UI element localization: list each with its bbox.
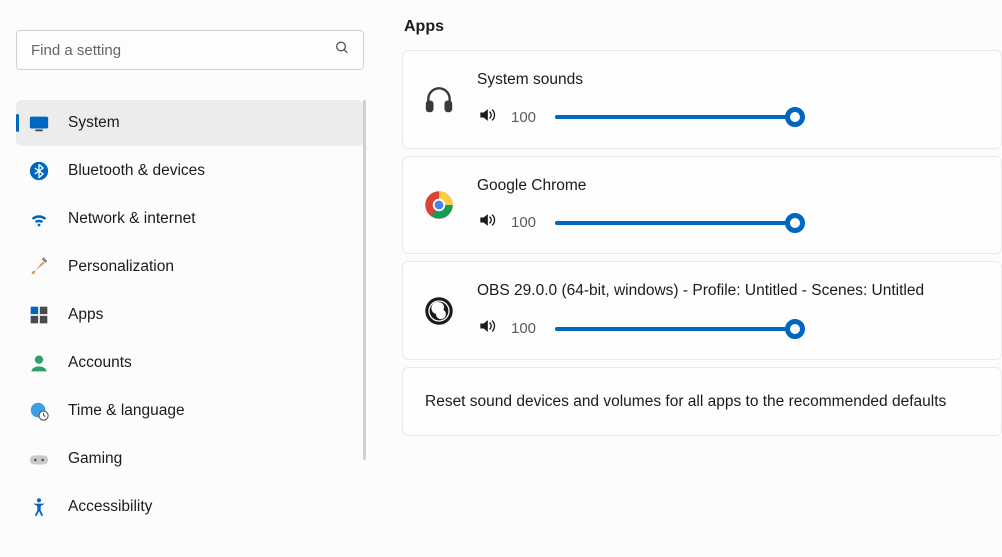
sidebar-item-label: Personalization bbox=[68, 258, 174, 276]
main-content: Apps System sounds 100 bbox=[380, 0, 1002, 557]
app-volume-card-obs[interactable]: OBS 29.0.0 (64-bit, windows) - Profile: … bbox=[402, 261, 1002, 360]
speaker-icon[interactable] bbox=[477, 210, 497, 235]
sidebar-scrollbar[interactable] bbox=[363, 100, 366, 460]
sidebar-item-time-language[interactable]: Time & language bbox=[16, 388, 364, 434]
sidebar-item-label: Network & internet bbox=[68, 210, 196, 228]
bluetooth-icon bbox=[28, 160, 50, 182]
slider-fill bbox=[555, 221, 795, 225]
app-name: System sounds bbox=[477, 69, 981, 91]
sidebar-item-system[interactable]: System bbox=[16, 100, 364, 146]
volume-value: 100 bbox=[511, 320, 541, 337]
volume-slider[interactable] bbox=[555, 107, 795, 127]
card-body: System sounds 100 bbox=[477, 69, 981, 130]
sidebar-item-gaming[interactable]: Gaming bbox=[16, 436, 364, 482]
nav-list: System Bluetooth & devices Network & int… bbox=[16, 100, 364, 530]
sidebar-item-label: Accounts bbox=[68, 354, 132, 372]
accessibility-icon bbox=[28, 496, 50, 518]
search-input[interactable] bbox=[16, 30, 364, 70]
obs-icon bbox=[421, 293, 457, 329]
volume-row: 100 bbox=[477, 105, 981, 130]
slider-thumb[interactable] bbox=[785, 107, 805, 127]
gamepad-icon bbox=[28, 448, 50, 470]
headphones-icon bbox=[421, 81, 457, 117]
app-name: OBS 29.0.0 (64-bit, windows) - Profile: … bbox=[477, 280, 981, 302]
reset-text: Reset sound devices and volumes for all … bbox=[425, 393, 946, 410]
search-icon[interactable] bbox=[334, 40, 350, 61]
slider-thumb[interactable] bbox=[785, 319, 805, 339]
sidebar-item-accounts[interactable]: Accounts bbox=[16, 340, 364, 386]
sidebar-item-label: Gaming bbox=[68, 450, 122, 468]
sidebar-item-personalization[interactable]: Personalization bbox=[16, 244, 364, 290]
reset-defaults-card[interactable]: Reset sound devices and volumes for all … bbox=[402, 367, 1002, 436]
sidebar-item-label: Apps bbox=[68, 306, 103, 324]
sidebar-item-label: Accessibility bbox=[68, 498, 152, 516]
sidebar-item-label: Bluetooth & devices bbox=[68, 162, 205, 180]
monitor-icon bbox=[28, 112, 50, 134]
card-body: Google Chrome 100 bbox=[477, 175, 981, 236]
app-name: Google Chrome bbox=[477, 175, 981, 197]
app-volume-card-system-sounds[interactable]: System sounds 100 bbox=[402, 50, 1002, 149]
search-box bbox=[16, 30, 364, 70]
sidebar-item-bluetooth[interactable]: Bluetooth & devices bbox=[16, 148, 364, 194]
volume-value: 100 bbox=[511, 214, 541, 231]
app-volume-list: System sounds 100 Go bbox=[402, 50, 1002, 436]
speaker-icon[interactable] bbox=[477, 316, 497, 341]
app-volume-card-chrome[interactable]: Google Chrome 100 bbox=[402, 156, 1002, 255]
volume-slider[interactable] bbox=[555, 319, 795, 339]
brush-icon bbox=[28, 256, 50, 278]
sidebar-item-apps[interactable]: Apps bbox=[16, 292, 364, 338]
section-title: Apps bbox=[402, 18, 1002, 36]
volume-row: 100 bbox=[477, 316, 981, 341]
sidebar-item-accessibility[interactable]: Accessibility bbox=[16, 484, 364, 530]
slider-fill bbox=[555, 115, 795, 119]
sidebar-item-network[interactable]: Network & internet bbox=[16, 196, 364, 242]
sidebar-item-label: System bbox=[68, 114, 120, 132]
wifi-icon bbox=[28, 208, 50, 230]
chrome-icon bbox=[421, 187, 457, 223]
volume-row: 100 bbox=[477, 210, 981, 235]
globe-clock-icon bbox=[28, 400, 50, 422]
sidebar: System Bluetooth & devices Network & int… bbox=[0, 0, 380, 557]
card-body: OBS 29.0.0 (64-bit, windows) - Profile: … bbox=[477, 280, 981, 341]
person-icon bbox=[28, 352, 50, 374]
volume-slider[interactable] bbox=[555, 213, 795, 233]
volume-value: 100 bbox=[511, 109, 541, 126]
speaker-icon[interactable] bbox=[477, 105, 497, 130]
slider-thumb[interactable] bbox=[785, 213, 805, 233]
sidebar-item-label: Time & language bbox=[68, 402, 185, 420]
apps-icon bbox=[28, 304, 50, 326]
slider-fill bbox=[555, 327, 795, 331]
